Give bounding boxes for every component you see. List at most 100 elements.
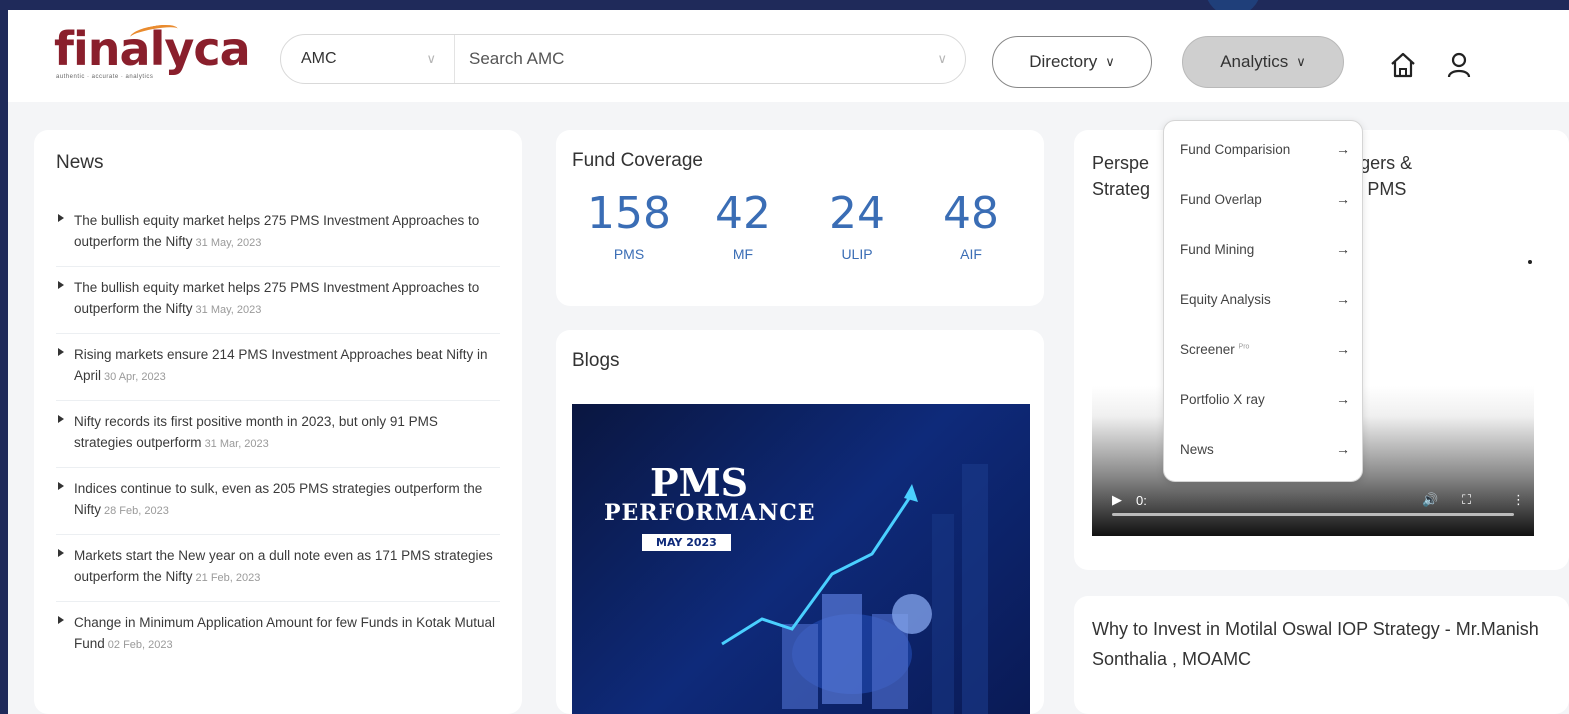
menu-item-label: Equity Analysis <box>1180 291 1271 307</box>
news-text: The bullish equity market helps 275 PMS … <box>74 280 480 316</box>
video-progress-bar[interactable] <box>1112 513 1514 516</box>
coverage-stats: 158 PMS 42 MF 24 ULIP 48 AIF <box>572 188 1028 263</box>
fullscreen-icon[interactable]: ⛶ <box>1462 492 1471 508</box>
blog-badge: MAY 2023 <box>642 534 731 551</box>
menu-item-fund-mining[interactable]: Fund Mining → <box>1180 241 1350 257</box>
menu-item-label: Fund Mining <box>1180 241 1255 257</box>
news-date: 31 Mar, 2023 <box>204 438 269 450</box>
bullet-icon <box>58 214 64 222</box>
arrow-right-icon: → <box>1336 241 1350 257</box>
finalyca-logo[interactable]: finalyca authentic · accurate · analytic… <box>54 21 251 80</box>
news-title: News <box>56 152 104 173</box>
news-date: 02 Feb, 2023 <box>107 639 173 651</box>
news-item[interactable]: Change in Minimum Application Amount for… <box>56 602 500 668</box>
bullet-icon <box>58 281 64 289</box>
analytics-button[interactable]: Analytics ∨ <box>1182 36 1344 88</box>
news-item[interactable]: Markets start the New year on a dull not… <box>56 535 500 602</box>
bullet-icon <box>58 616 64 624</box>
news-text: The bullish equity market helps 275 PMS … <box>74 213 480 249</box>
arrow-right-icon: → <box>1336 391 1350 407</box>
stat-label: ULIP <box>841 246 873 262</box>
stat-value: 158 <box>587 188 671 239</box>
menu-item-label: Portfolio X ray <box>1180 391 1265 407</box>
menu-item-label: News <box>1180 441 1214 457</box>
bullet-icon <box>58 549 64 557</box>
news-date: 31 May, 2023 <box>195 237 262 249</box>
video-time: 0: <box>1136 493 1147 508</box>
chevron-down-icon: ∨ <box>1296 54 1306 69</box>
bullet-icon <box>58 348 64 356</box>
news-date: 21 Feb, 2023 <box>195 572 261 584</box>
blog-heading: PMS <box>650 460 749 505</box>
chevron-down-icon: ∨ <box>426 51 436 66</box>
more-options-icon[interactable]: ⋮ <box>1512 492 1525 508</box>
menu-item-label: Fund Overlap <box>1180 191 1262 207</box>
stat-value: 24 <box>829 188 885 239</box>
news-list: The bullish equity market helps 275 PMS … <box>56 200 500 668</box>
news-card: News The bullish equity market helps 275… <box>34 130 522 714</box>
menu-item-fund-overlap[interactable]: Fund Overlap → <box>1180 191 1350 207</box>
directory-button[interactable]: Directory ∨ <box>992 36 1152 88</box>
news-item[interactable]: Rising markets ensure 214 PMS Investment… <box>56 334 500 401</box>
blog-subheading: PERFORMANCE <box>604 500 816 526</box>
menu-item-screener[interactable]: Screener Pro → <box>1180 341 1350 357</box>
arrow-right-icon: → <box>1336 441 1350 457</box>
stat-label: AIF <box>960 246 982 262</box>
menu-item-label: Screener <box>1180 341 1235 357</box>
news-item[interactable]: The bullish equity market helps 275 PMS … <box>56 267 500 334</box>
top-header: finalyca authentic · accurate · analytic… <box>8 10 1569 102</box>
search-group: AMC ∨ ∨ <box>280 34 966 84</box>
chevron-down-icon: ∨ <box>1105 54 1115 69</box>
volume-icon[interactable]: 🔊 <box>1422 492 1438 508</box>
news-item[interactable]: Indices continue to sulk, even as 205 PM… <box>56 468 500 535</box>
arrow-right-icon: → <box>1336 141 1350 157</box>
coverage-stat-mf[interactable]: 42 MF <box>693 188 793 263</box>
news-date: 28 Feb, 2023 <box>104 505 169 517</box>
stat-value: 48 <box>943 188 999 239</box>
analytics-dropdown-menu: Fund Comparision → Fund Overlap → Fund Min… <box>1163 120 1363 482</box>
coverage-stat-pms[interactable]: 158 PMS <box>579 188 679 263</box>
stat-label: MF <box>732 246 754 262</box>
coverage-stat-aif[interactable]: 48 AIF <box>921 188 1021 263</box>
menu-item-label: Fund Comparision <box>1180 141 1291 157</box>
menu-item-news[interactable]: News → <box>1180 441 1350 457</box>
blogs-title: Blogs <box>572 350 620 371</box>
coverage-stat-ulip[interactable]: 24 ULIP <box>807 188 907 263</box>
chevron-down-icon: ∨ <box>937 51 947 66</box>
news-date: 30 Apr, 2023 <box>104 371 166 383</box>
news-date: 31 May, 2023 <box>195 304 262 316</box>
dot-marker <box>1528 260 1532 264</box>
news-text: Markets start the New year on a dull not… <box>74 548 493 584</box>
video-title-part: Perspe <box>1092 153 1150 173</box>
arrow-right-icon: → <box>1336 291 1350 307</box>
bullet-icon <box>58 415 64 423</box>
search-input[interactable] <box>469 49 909 69</box>
home-icon[interactable] <box>1388 50 1418 80</box>
arrow-right-icon: → <box>1336 191 1350 207</box>
menu-item-fund-comparision[interactable]: Fund Comparision → <box>1180 141 1350 157</box>
play-icon[interactable]: ▶ <box>1112 492 1122 508</box>
stat-value: 42 <box>715 188 771 239</box>
menu-item-equity-analysis[interactable]: Equity Analysis → <box>1180 291 1350 307</box>
news-item[interactable]: Nifty records its first positive month i… <box>56 401 500 468</box>
menu-item-portfolio-x-ray[interactable]: Portfolio X ray → <box>1180 391 1350 407</box>
blogs-card: Blogs PMS PERFORMANCE MAY 2023 <box>556 330 1044 714</box>
analytics-label: Analytics <box>1220 52 1289 71</box>
user-icon[interactable] <box>1444 50 1474 80</box>
fund-coverage-card: Fund Coverage 158 PMS 42 MF 24 ULIP 48 A… <box>556 130 1044 306</box>
blog-thumbnail[interactable]: PMS PERFORMANCE MAY 2023 <box>572 404 1030 714</box>
video-title-part: Strateg <box>1092 179 1151 199</box>
amc-select[interactable]: AMC ∨ <box>281 35 455 83</box>
article-title: Why to Invest in Motilal Oswal IOP Strat… <box>1092 619 1539 669</box>
article-card[interactable]: Why to Invest in Motilal Oswal IOP Strat… <box>1074 596 1569 714</box>
search-field[interactable]: ∨ <box>455 35 965 83</box>
blog-chart-graphic <box>721 464 988 714</box>
stat-label: PMS <box>613 246 645 262</box>
amc-select-label: AMC <box>301 50 337 67</box>
arrow-right-icon: → <box>1336 341 1350 357</box>
bullet-icon <box>58 482 64 490</box>
news-item[interactable]: The bullish equity market helps 275 PMS … <box>56 200 500 267</box>
directory-label: Directory <box>1029 52 1098 71</box>
pro-badge: Pro <box>1238 343 1250 350</box>
fund-coverage-title: Fund Coverage <box>572 150 703 171</box>
